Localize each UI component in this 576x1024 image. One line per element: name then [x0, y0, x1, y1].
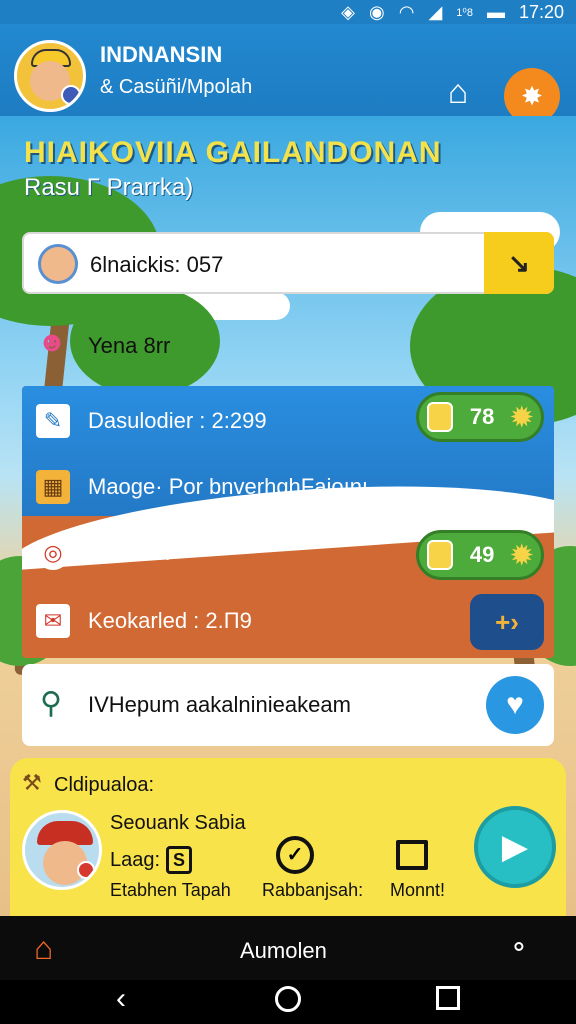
- player-avatar[interactable]: [14, 40, 86, 112]
- star-icon: ✹: [510, 539, 533, 570]
- edit-icon: ✎: [36, 404, 70, 438]
- stat-row[interactable]: ◎ Bantaan: [36, 536, 170, 570]
- flame-icon: ✸: [521, 80, 543, 111]
- star-icon: ✹: [510, 401, 533, 432]
- location-icon: ◈: [341, 1, 356, 22]
- coin-pill[interactable]: 49 ✹: [416, 530, 544, 580]
- app-header: INDNANSIN & Casüñi/Mpolah ⌂ ✸: [0, 24, 576, 124]
- crop-icon[interactable]: [396, 840, 428, 870]
- wifi-icon: ◠: [398, 1, 415, 22]
- character-icon: ☻: [37, 326, 67, 357]
- tab-bar: ⌂ Aumolen ⚬: [0, 916, 576, 980]
- home-circle-icon[interactable]: [275, 986, 301, 1012]
- signal-icon: ◢: [428, 1, 443, 22]
- recent-apps-icon[interactable]: [436, 986, 460, 1010]
- coin-pill[interactable]: 78 ✹: [416, 392, 544, 442]
- play-icon: ▶: [501, 828, 529, 866]
- stat-row[interactable]: ▦ Maoge· Por bnverhghFaioını: [36, 470, 368, 504]
- search-go-button[interactable]: ↘: [484, 232, 554, 294]
- hammer-icon: ⚒: [22, 770, 42, 795]
- status-time: 17:20: [518, 1, 564, 22]
- tab-profile-icon[interactable]: ⚬: [508, 932, 540, 964]
- stat-row-label: Keokarled : 2.Π9: [88, 608, 252, 633]
- header-subtitle: & Casüñi/Mpolah: [100, 76, 253, 98]
- profile-avatar[interactable]: [22, 810, 102, 890]
- home-icon: ⌂: [447, 73, 469, 111]
- page-title: HIAIKOVIIA GAILANDONAN: [24, 136, 442, 169]
- search-text: 6lnaickis: 057: [90, 252, 224, 277]
- coin-pill-value: 78: [469, 404, 495, 429]
- stat-row-label: Dasulodier : 2:299: [88, 408, 267, 433]
- mail-icon: ✉: [36, 604, 70, 638]
- tab-home-icon[interactable]: ⌂: [34, 930, 72, 966]
- target-icon: ◎: [36, 536, 70, 570]
- stat-row[interactable]: ✎ Dasulodier : 2:299: [36, 404, 267, 438]
- profile-level: Laag: S: [110, 846, 193, 874]
- building-icon: ▦: [36, 470, 70, 504]
- avatar-badge-icon: [61, 85, 81, 105]
- user-row[interactable]: ☻ Yena 8rr: [34, 326, 170, 366]
- tab-label[interactable]: Aumolen: [240, 938, 327, 964]
- stats-panel: ✎ Dasulodier : 2:299 78 ✹ ▦ Maoge· Por b…: [22, 386, 554, 658]
- message-bar[interactable]: ⚲ IVHepum aakalninieakeam ♥: [22, 664, 554, 746]
- search-bar[interactable]: 6lnaickis: 057 ↘: [22, 232, 554, 294]
- header-title: INDNANSIN: [100, 42, 223, 67]
- search-icon: ⚲: [40, 687, 62, 720]
- heart-chat-button[interactable]: ♥: [486, 676, 544, 734]
- battery-icon: ▬: [486, 1, 505, 22]
- profile-level-label: Laag:: [110, 848, 161, 871]
- profile-card: ⚒ Cldipualoa: Seouank Sabia Laag: S ✓ Et…: [10, 758, 566, 916]
- sync-icon: ◉: [369, 1, 385, 22]
- search-avatar-icon: [38, 244, 78, 284]
- home-button[interactable]: ⌂: [438, 72, 478, 112]
- arrow-icon: ↘: [508, 248, 530, 278]
- message-text: IVHepum aakalninieakeam: [88, 692, 351, 717]
- system-nav-bar: ‹: [0, 980, 576, 1024]
- back-icon[interactable]: ‹: [116, 982, 126, 1016]
- profile-name: Seouank Sabia: [110, 812, 246, 834]
- stat-row[interactable]: ✉ Keokarled : 2.Π9: [36, 604, 252, 638]
- level-icon: S: [166, 846, 193, 874]
- coin-pill-value: 49: [469, 542, 495, 567]
- profile-caption: Etabhen Tapah: [110, 880, 231, 900]
- profile-caption: Monnt!: [390, 880, 446, 900]
- profile-caption: Rabbanjsah:: [262, 880, 364, 900]
- heart-chat-icon: ♥: [506, 688, 524, 721]
- record-icon: [77, 861, 95, 879]
- stat-row-label: Bantaan: [88, 540, 170, 565]
- stat-row-label: Maoge· Por bnverhghFaioını: [88, 474, 369, 499]
- profile-card-title: Cldipualoa:: [54, 774, 155, 796]
- check-badge-icon[interactable]: ✓: [276, 836, 314, 874]
- user-row-label: Yena 8rr: [88, 333, 171, 358]
- play-button[interactable]: ▶: [474, 806, 556, 888]
- plus-arrow-icon: +›: [495, 607, 519, 637]
- coin-icon: [427, 540, 454, 570]
- coin-icon: [427, 402, 454, 432]
- status-indicator: 1⁰8: [456, 6, 473, 19]
- page-subtitle: Rasu Γ Prarrka): [24, 174, 194, 201]
- status-bar: ◈ ◉ ◠ ◢ 1⁰8 ▬ 17:20: [0, 0, 576, 24]
- add-button[interactable]: +›: [470, 594, 544, 650]
